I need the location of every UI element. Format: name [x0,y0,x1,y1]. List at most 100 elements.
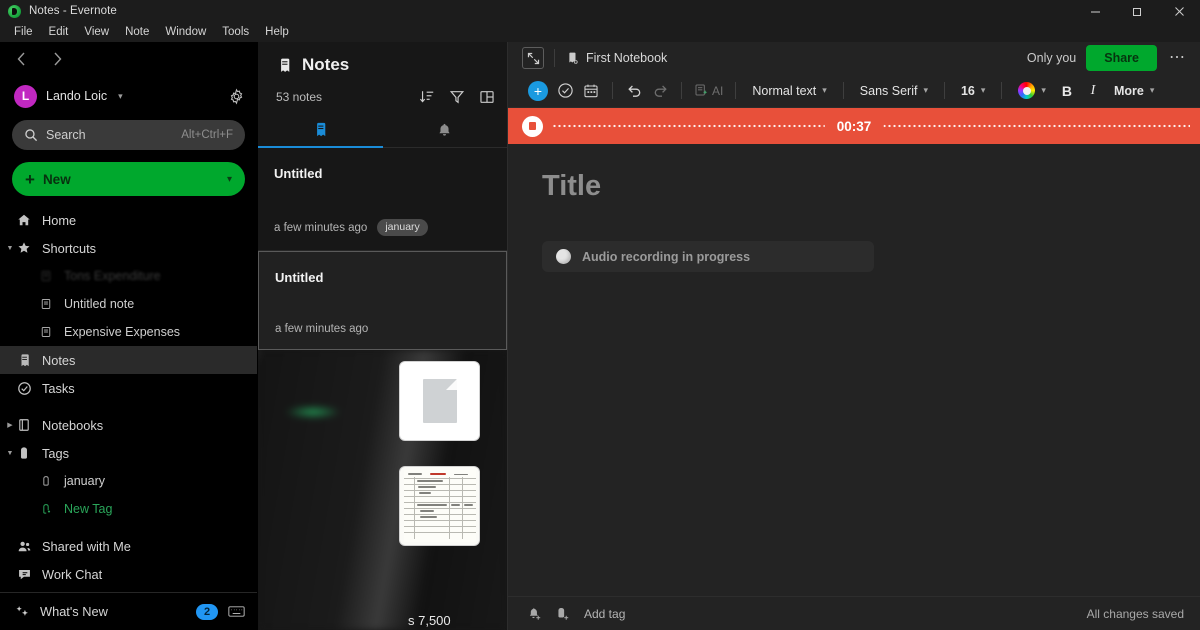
font-size-select[interactable]: 16 ▾ [953,78,993,104]
notes-count: 53 notes [276,90,323,104]
sidebar-item-home[interactable]: Home [0,206,257,234]
account-row[interactable]: L Lando Loic ▾ [0,76,257,116]
tab-notes[interactable] [258,112,383,148]
view-layout-icon[interactable] [479,89,495,105]
stop-recording-icon[interactable] [522,115,543,137]
note-title: Untitled [274,166,323,181]
notes-list-panel: Notes 53 notes Untitled a few minutes ag… [258,42,508,630]
more-formatting-button[interactable]: More ▾ [1106,78,1162,104]
gear-icon[interactable] [228,88,245,105]
menu-view[interactable]: View [76,23,117,41]
audio-recording-card[interactable]: Audio recording in progress [542,241,874,272]
divider [735,82,737,99]
font-family-value: Sans Serif [859,83,918,98]
minimize-icon[interactable] [1074,0,1116,22]
divider [943,82,945,99]
restore-icon[interactable] [1116,0,1158,22]
ai-sparkle-icon[interactable]: AI [690,78,727,104]
menu-tools[interactable]: Tools [214,23,257,41]
notes-count-row: 53 notes [258,82,507,112]
chevron-down-icon: ▾ [980,85,986,95]
divider [681,82,682,99]
sort-icon[interactable] [419,89,435,105]
ellipsis-icon[interactable]: ⋯ [1167,50,1188,66]
tag-icon [16,446,32,460]
share-button[interactable]: Share [1086,45,1157,71]
sidebar-item-shortcuts[interactable]: ▼ Shortcuts [0,234,257,262]
sidebar-item-tags[interactable]: ▼ Tags [0,439,257,467]
menu-window[interactable]: Window [157,23,214,41]
sidebar-item-work-chat[interactable]: Work Chat [0,560,257,588]
search-input[interactable]: Search Alt+Ctrl+F [12,120,245,150]
tag-outline-icon [38,475,54,487]
chevron-down-icon[interactable]: ▾ [118,91,123,102]
chevron-down-icon[interactable]: ▾ [227,174,232,185]
menu-help[interactable]: Help [257,23,297,41]
sidebar-item-tasks[interactable]: Tasks [0,374,257,402]
chevron-down-icon[interactable]: ▼ [5,450,15,457]
chat-icon [16,567,32,582]
sidebar-item-shared-with-me[interactable]: Shared with Me [0,532,257,560]
document-thumbnail[interactable] [400,362,479,440]
page-title: Notes [302,55,350,74]
sidebar-item-label: Shortcuts [42,240,97,256]
sidebar-item-label: New Tag [64,502,113,516]
list-item[interactable]: Untitled a few minutes ago january [258,148,507,250]
check-circle-icon[interactable] [552,78,578,104]
sidebar-item-label: Tons Expenditure [64,269,161,283]
sidebar-item-tag-january[interactable]: january [0,467,257,495]
sidebar-item-tons-expenditure[interactable]: Tons Expenditure [0,262,257,290]
tab-reminders[interactable] [383,112,508,147]
calendar-icon[interactable] [578,78,604,104]
tag-plus-icon[interactable] [554,606,570,622]
divider [842,82,844,99]
sidebar-item-notebooks[interactable]: ▶ Notebooks [0,411,257,439]
add-tag-button[interactable]: Add tag [584,607,625,621]
chevron-left-icon[interactable] [10,48,32,70]
note-timestamp: a few minutes ago [275,323,369,335]
font-family-select[interactable]: Sans Serif ▾ [852,78,936,104]
menu-note[interactable]: Note [117,23,157,41]
notebook-selector[interactable]: First Notebook [565,51,667,65]
chevron-down-icon: ▾ [1041,85,1046,95]
chevron-down-icon[interactable]: ▼ [5,245,15,252]
menu-file[interactable]: File [6,23,41,41]
list-item[interactable]: Untitled a few minutes ago [258,251,507,350]
menu-edit[interactable]: Edit [41,23,77,41]
paragraph-style-select[interactable]: Normal text ▾ [744,78,834,104]
sidebar-item-label: Tasks [42,380,75,396]
whats-new-row[interactable]: What's New 2 [0,592,257,630]
note-body[interactable]: Title Audio recording in progress [508,144,1200,596]
bell-plus-icon[interactable] [526,606,542,622]
undo-icon[interactable] [621,78,647,104]
plus-circle-icon[interactable]: + [524,78,552,104]
bold-button[interactable]: B [1054,78,1080,104]
sidebar-item-new-tag[interactable]: New Tag [0,495,257,523]
sidebar-item-untitled-note[interactable]: Untitled note [0,290,257,318]
paragraph-style-value: Normal text [752,83,817,98]
note-editor: First Notebook Only you Share ⋯ + AI Nor… [508,42,1200,630]
people-icon [16,539,32,554]
filter-icon[interactable] [449,89,465,105]
new-button[interactable]: + New ▾ [12,162,245,196]
notes-list-tabs [258,112,507,148]
audio-recording-bar: 00:37 [508,108,1200,144]
chevron-right-icon[interactable] [46,48,68,70]
text-color-select[interactable]: ▾ [1010,78,1054,104]
italic-button[interactable]: I [1080,78,1106,104]
keyboard-icon[interactable] [228,605,245,618]
sidebar-item-expensive-expenses[interactable]: Expensive Expenses [0,318,257,346]
font-size-value: 16 [960,83,975,98]
notes-list-preview-blurred[interactable]: s 7,500 [258,350,507,630]
note-tag: january [377,219,428,236]
chevron-right-icon[interactable]: ▶ [5,421,15,429]
evernote-elephant-icon [8,4,21,18]
recording-timer: 00:37 [824,118,884,134]
expand-note-icon[interactable] [522,47,544,69]
close-icon[interactable] [1158,0,1200,22]
sidebar-item-notes[interactable]: Notes [0,346,257,374]
note-title-input[interactable]: Title [542,170,1166,203]
notebook-icon [16,418,32,432]
redo-icon[interactable] [647,78,673,104]
receipt-thumbnail[interactable] [400,467,479,545]
